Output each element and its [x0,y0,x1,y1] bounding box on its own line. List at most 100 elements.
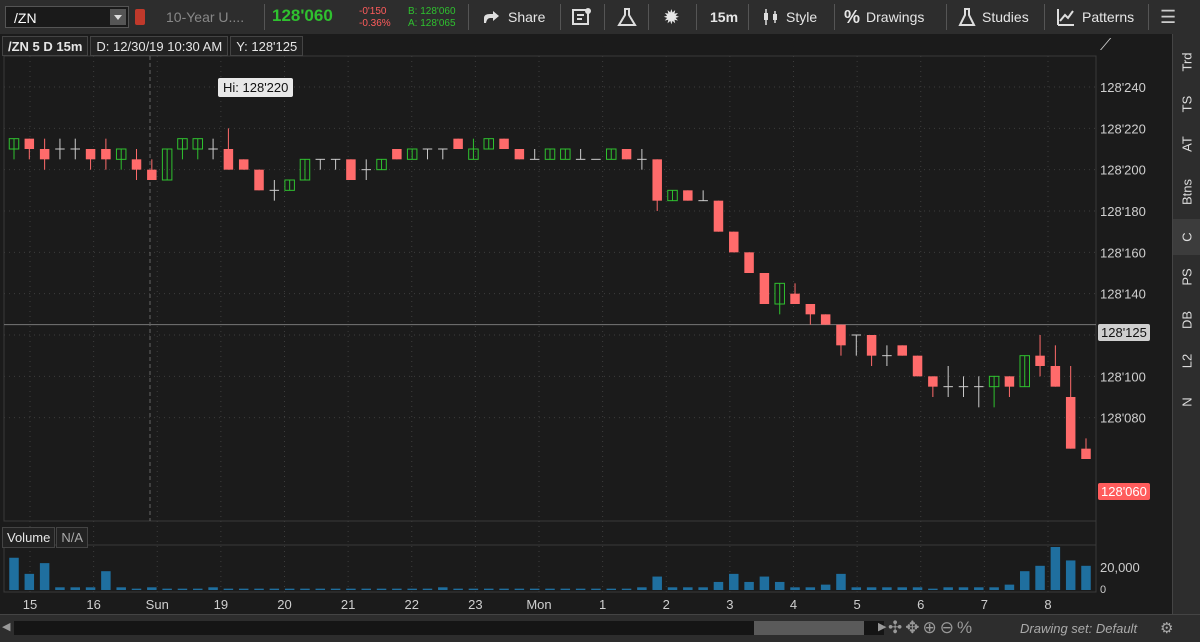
volume-bar [468,588,479,590]
separator [1148,4,1149,30]
x-tick-label: 6 [917,597,924,612]
volume-bar [238,588,249,590]
volume-bar [575,588,586,590]
scroll-left-icon[interactable]: ◀ [2,620,10,633]
volume-bar [208,587,218,590]
tab-l2[interactable]: L2 [1173,343,1200,379]
zoom-in-icon[interactable]: ⊕ [923,618,940,637]
volume-label: Volume [2,527,56,548]
zoom-out-icon[interactable]: ⊖ [940,618,957,637]
gear-icon: ✹ [663,6,680,29]
volume-bar [284,588,295,590]
style-button[interactable]: Style [762,0,817,34]
tab-trd[interactable]: Trd [1173,44,1200,80]
collapse-icon[interactable]: ⟋ [1100,37,1111,55]
volume-bar [820,584,831,590]
price-panel-border [3,55,1097,522]
tab-ps[interactable]: PS [1173,259,1200,295]
candle-body [836,324,846,346]
studies-button[interactable]: Studies [958,0,1029,34]
candlestick-icon [764,9,777,25]
separator [264,4,265,30]
chart-info-bar: /ZN 5 D 15m D: 12/30/19 10:30 AM Y: 128'… [2,36,305,56]
volume-bar [882,587,892,590]
volume-bar [361,588,371,590]
volume-bar [101,571,111,590]
volume-bar [346,588,356,590]
drawing-set-label[interactable]: Drawing set: Default [1020,621,1137,636]
volume-bar [774,581,785,590]
candle-body [928,376,938,387]
x-tick-label: 8 [1044,597,1051,612]
x-tick-label: 15 [23,597,37,612]
candle-body [713,200,724,232]
volume-bar [912,587,923,590]
volume-bar [162,588,172,590]
candle-body [24,138,35,149]
candle-body [805,304,816,315]
volume-bar [759,576,770,590]
crosshair-icon[interactable]: ✣ [888,618,905,637]
volume-bar [116,587,126,590]
volume-bar [315,588,326,590]
share-label: Share [508,9,546,25]
symbol-text: /ZN [14,10,37,26]
x-tick-label: 19 [214,597,228,612]
scroll-right-icon[interactable]: ▶ [878,620,886,633]
share-icon [484,11,499,23]
share-button[interactable]: Share [482,0,545,34]
pan-icon[interactable]: ✥ [905,618,922,637]
flask-button[interactable] [617,0,637,34]
last-price-label: 128'060 [1098,483,1150,500]
candle-body [790,293,800,304]
x-tick-label: 4 [790,597,797,612]
volume-bar [223,588,234,590]
candle-body [621,149,632,160]
settings-button[interactable]: ✹ [663,0,680,34]
menu-button[interactable]: ☰ [1160,0,1176,34]
volume-bar [606,588,617,590]
candle-body [897,345,907,356]
cursor-price-label: 128'125 [1098,324,1150,341]
tab-btns[interactable]: Btns [1173,174,1200,210]
candle-body [101,149,111,160]
patterns-button[interactable]: Patterns [1056,0,1134,34]
volume-bar [514,588,525,590]
scrollbar-thumb[interactable] [754,621,864,635]
price-chart[interactable]: 128'240 128'220 128'200 128'180 128'160 128'1… [0,34,1172,614]
tab-n[interactable]: N [1173,384,1200,420]
last-price: 128'060 [272,6,333,25]
horizontal-scrollbar[interactable] [14,621,884,635]
chart-area[interactable]: 128'240 128'220 128'200 128'180 128'160 128'1… [0,34,1172,641]
tab-db[interactable]: DB [1173,302,1200,338]
volume-bar [1065,560,1076,590]
symbol-selector[interactable]: /ZN [5,6,129,28]
patterns-label: Patterns [1082,9,1135,25]
drawings-button[interactable]: % Drawings [844,0,924,34]
candle-body [514,149,525,160]
candle-body [392,149,402,160]
candle-body [1050,366,1061,387]
volume-bar [131,588,142,590]
gear-icon[interactable]: ⚙ [1160,619,1173,637]
candle-body [254,169,264,191]
volume-bar [928,588,938,590]
volume-bar [177,588,188,590]
tab-ts[interactable]: TS [1173,86,1200,122]
candle-body [1004,376,1015,387]
candle-body [729,231,739,253]
volume-bar [269,588,280,590]
notes-button[interactable] [572,0,592,34]
tab-at[interactable]: AT [1173,126,1200,162]
volume-bar [55,587,65,590]
volume-header: Volume N/A [2,527,89,548]
link-group-icon[interactable] [135,9,145,25]
volume-bar [70,587,81,590]
tab-c[interactable]: C [1173,219,1200,255]
separator [748,4,749,30]
chevron-down-icon[interactable] [110,9,126,25]
volume-bar [667,587,678,590]
timeframe-button[interactable]: 15m [710,0,738,34]
top-toolbar: /ZN 10-Year U.... 128'060 -0'150 -0.36% … [0,0,1200,35]
percent-icon[interactable]: % [957,618,975,637]
